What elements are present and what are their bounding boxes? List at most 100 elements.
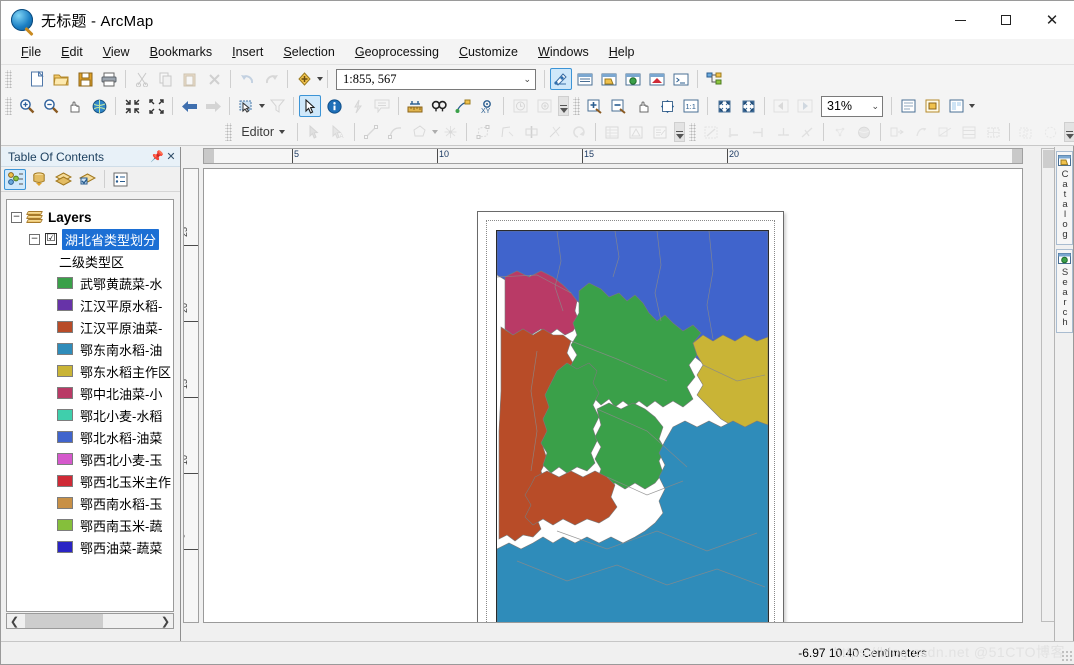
edit-annotation-icon[interactable]: A bbox=[327, 121, 349, 143]
perpendicular-icon[interactable] bbox=[772, 121, 794, 143]
tab-search[interactable]: Search bbox=[1056, 249, 1073, 333]
options-icon[interactable] bbox=[109, 169, 131, 190]
toc-legend-item[interactable]: 鄂北小麦-水稻 bbox=[7, 404, 173, 426]
union-icon[interactable] bbox=[934, 121, 956, 143]
layout-pan-icon[interactable] bbox=[632, 95, 654, 117]
legend-swatch[interactable] bbox=[57, 519, 73, 531]
zoom-whole-page-icon[interactable] bbox=[656, 95, 678, 117]
pin-icon[interactable]: 📌 bbox=[150, 150, 164, 164]
toc-legend-item[interactable]: 鄂西南玉米-蔬 bbox=[7, 514, 173, 536]
create-viewer-window-icon[interactable] bbox=[533, 95, 555, 117]
list-by-selection-icon[interactable] bbox=[76, 169, 98, 190]
legend-swatch[interactable] bbox=[57, 409, 73, 421]
reshape-feature-icon[interactable] bbox=[496, 121, 518, 143]
legend-swatch[interactable] bbox=[57, 387, 73, 399]
layer-visibility-checkbox[interactable]: ☑ bbox=[45, 233, 57, 245]
pan-icon[interactable] bbox=[64, 95, 86, 117]
menu-bookmarks[interactable]: Bookmarks bbox=[141, 42, 222, 62]
hyperlink-icon[interactable] bbox=[347, 95, 369, 117]
fixed-zoom-out-icon[interactable] bbox=[145, 95, 167, 117]
legend-swatch[interactable] bbox=[57, 453, 73, 465]
legend-swatch[interactable] bbox=[57, 365, 73, 377]
full-extent-icon[interactable] bbox=[88, 95, 110, 117]
scroll-left-arrow-icon[interactable]: ❮ bbox=[7, 614, 22, 628]
model-builder-icon[interactable] bbox=[703, 68, 725, 90]
new-map-icon[interactable] bbox=[26, 68, 48, 90]
toc-legend-item[interactable]: 鄂西油菜-蔬菜 bbox=[7, 536, 173, 558]
select-features-dropdown-icon[interactable] bbox=[259, 104, 265, 108]
catalog-icon[interactable] bbox=[598, 68, 620, 90]
toc-legend-item[interactable]: 鄂西南水稻-玉 bbox=[7, 492, 173, 514]
select-features-icon[interactable] bbox=[235, 95, 257, 117]
go-forward-layout-icon[interactable] bbox=[794, 95, 816, 117]
construction-point-icon[interactable] bbox=[439, 121, 461, 143]
toc-legend-item[interactable]: 鄂西北小麦-玉 bbox=[7, 448, 173, 470]
focus-data-frame-icon[interactable] bbox=[921, 95, 943, 117]
go-back-layout-icon[interactable] bbox=[770, 95, 792, 117]
menu-selection[interactable]: Selection bbox=[274, 42, 343, 62]
menu-help[interactable]: Help bbox=[600, 42, 644, 62]
split-icon[interactable] bbox=[544, 121, 566, 143]
go-to-xy-icon[interactable]: XY bbox=[476, 95, 498, 117]
menu-file[interactable]: File bbox=[12, 42, 50, 62]
close-icon[interactable]: ✕ bbox=[164, 150, 178, 164]
fixed-zoom-in-page-icon[interactable] bbox=[713, 95, 735, 117]
find-route-icon[interactable] bbox=[452, 95, 474, 117]
snapping-icon[interactable] bbox=[829, 121, 851, 143]
delete-icon[interactable] bbox=[203, 68, 225, 90]
chevron-down-icon[interactable] bbox=[279, 130, 285, 134]
horizontal-ruler[interactable]: 5 10 15 20 bbox=[203, 148, 1023, 164]
table-of-contents-icon[interactable] bbox=[574, 68, 596, 90]
cut-icon[interactable] bbox=[131, 68, 153, 90]
find-icon[interactable] bbox=[428, 95, 450, 117]
undo-icon[interactable] bbox=[236, 68, 258, 90]
map-scale-combo[interactable]: 1:855, 567 ⌄ bbox=[336, 68, 536, 90]
toc-legend-item[interactable]: 鄂东南水稻-油 bbox=[7, 338, 173, 360]
fixed-zoom-in-icon[interactable] bbox=[121, 95, 143, 117]
data-frame[interactable] bbox=[496, 230, 769, 622]
vertical-ruler[interactable]: 25 20 15 10 5 bbox=[183, 168, 199, 623]
construction-dropdown-icon[interactable] bbox=[432, 130, 438, 134]
toc-legend-item[interactable]: 武鄂黄蔬菜-水 bbox=[7, 272, 173, 294]
direction-icon[interactable] bbox=[700, 121, 722, 143]
scroll-right-arrow-icon[interactable]: ❯ bbox=[158, 614, 173, 628]
legend-swatch[interactable] bbox=[57, 343, 73, 355]
straight-segment-icon[interactable] bbox=[360, 121, 382, 143]
toc-layer-item[interactable]: − ☑ 湖北省类型划分 bbox=[7, 228, 173, 250]
explode-icon[interactable] bbox=[1039, 121, 1061, 143]
fixed-zoom-out-page-icon[interactable] bbox=[737, 95, 759, 117]
select-elements-icon[interactable] bbox=[299, 95, 321, 117]
trace-icon[interactable] bbox=[408, 121, 430, 143]
attributes-icon[interactable] bbox=[601, 121, 623, 143]
scroll-thumb[interactable] bbox=[1043, 150, 1054, 168]
save-icon[interactable] bbox=[74, 68, 96, 90]
3d-icon[interactable] bbox=[853, 121, 875, 143]
legend-swatch[interactable] bbox=[57, 299, 73, 311]
chevron-down-icon[interactable]: ⌄ bbox=[871, 101, 879, 112]
cut-polygons-icon[interactable] bbox=[520, 121, 542, 143]
change-layout-icon[interactable] bbox=[945, 95, 967, 117]
maximize-button[interactable] bbox=[983, 1, 1029, 39]
expander-collapse-icon[interactable]: − bbox=[11, 211, 22, 223]
layout-zoom-combo[interactable]: 31% ⌄ bbox=[821, 95, 883, 117]
layout-toolbar-grip[interactable] bbox=[573, 97, 580, 115]
create-features-icon[interactable] bbox=[649, 121, 671, 143]
editor-toolbar-icon[interactable] bbox=[550, 68, 572, 90]
clip-icon[interactable] bbox=[982, 121, 1004, 143]
copy-icon[interactable] bbox=[155, 68, 177, 90]
add-data-icon[interactable] bbox=[293, 68, 315, 90]
toc-layer-tree[interactable]: − Layers − ☑ 湖北省类型划分 二级类型区 武鄂黄蔬菜-水 江汉平原水稻… bbox=[6, 199, 174, 612]
scroll-thumb[interactable] bbox=[25, 614, 103, 628]
toc-legend-item[interactable]: 鄂中北油菜-小 bbox=[7, 382, 173, 404]
minimize-button[interactable] bbox=[937, 1, 983, 39]
parallel-icon[interactable] bbox=[748, 121, 770, 143]
resize-grip-icon[interactable] bbox=[1061, 650, 1073, 662]
menu-customize[interactable]: Customize bbox=[450, 42, 527, 62]
rotate-icon[interactable] bbox=[568, 121, 590, 143]
scroll-track[interactable] bbox=[22, 614, 158, 628]
measure-icon[interactable] bbox=[404, 95, 426, 117]
buffer-icon[interactable] bbox=[910, 121, 932, 143]
edit-tool-icon[interactable] bbox=[303, 121, 325, 143]
zoom-out-icon[interactable] bbox=[40, 95, 62, 117]
toc-layer-label[interactable]: 湖北省类型划分 bbox=[62, 228, 160, 250]
